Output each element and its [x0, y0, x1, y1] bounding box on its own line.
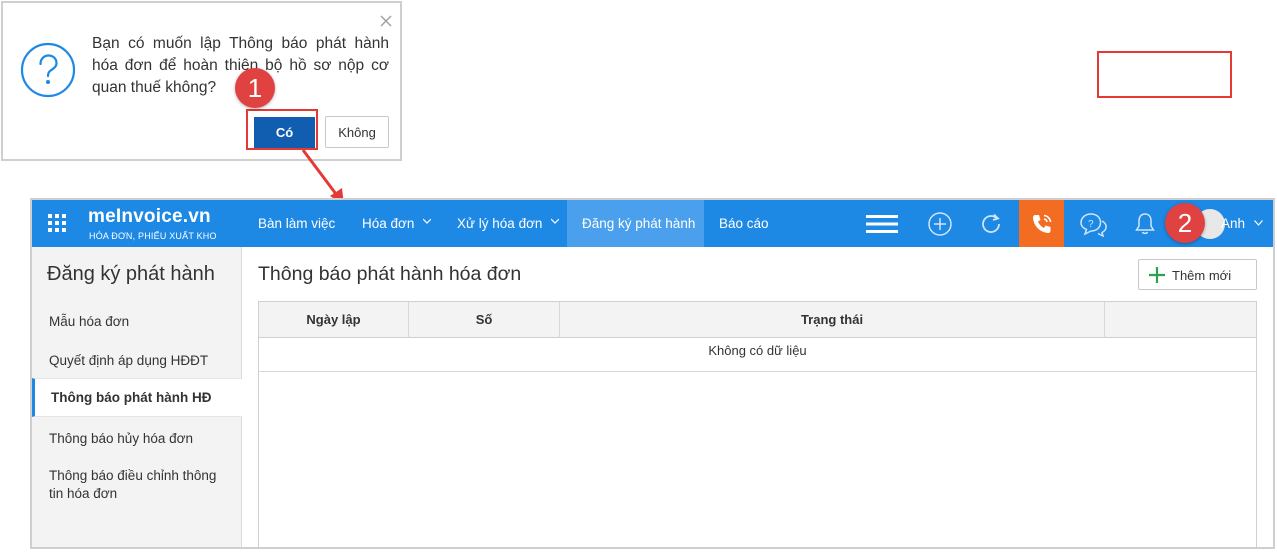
column-header-status[interactable]: Trạng thái	[560, 302, 1105, 338]
nav-process-invoice[interactable]: Xử lý hóa đơn	[444, 200, 572, 247]
chat-help-icon[interactable]: ?	[1078, 211, 1108, 237]
apps-grid-icon[interactable]	[48, 214, 66, 232]
yes-button[interactable]: Có	[254, 117, 315, 148]
sidebar-item-decision[interactable]: Quyết định áp dụng HĐĐT	[32, 352, 242, 370]
logo[interactable]: meInvoice.vn	[88, 206, 211, 228]
nav-report[interactable]: Báo cáo	[706, 200, 782, 247]
menu-icon[interactable]	[866, 211, 900, 237]
sidebar-item-issuance-notice[interactable]: Thông báo phát hành HĐ	[32, 378, 242, 417]
nav-invoice-label: Hóa đơn	[362, 216, 415, 231]
no-button[interactable]: Không	[325, 116, 389, 148]
chevron-down-icon	[423, 219, 432, 225]
highlight-add-button	[1097, 51, 1232, 98]
sidebar-title: Đăng ký phát hành	[47, 263, 215, 285]
sidebar-item-invoice-template[interactable]: Mẫu hóa đơn	[32, 313, 242, 331]
column-header-date[interactable]: Ngày lập	[259, 302, 409, 338]
page-title: Thông báo phát hành hóa đơn	[258, 263, 522, 285]
logo-subtitle: HÓA ĐƠN, PHIẾU XUẤT KHO	[89, 231, 217, 241]
empty-state: Không có dữ liệu	[259, 338, 1256, 372]
confirm-dialog: Bạn có muốn lập Thông báo phát hành hóa …	[1, 1, 402, 161]
question-circle-icon	[20, 42, 76, 98]
top-navbar: meInvoice.vn HÓA ĐƠN, PHIẾU XUẤT KHO Bàn…	[32, 200, 1273, 247]
nav-report-label: Báo cáo	[719, 216, 769, 231]
sidebar: Đăng ký phát hành Mẫu hóa đơn Quyết định…	[32, 247, 242, 547]
nav-invoice[interactable]: Hóa đơn	[349, 200, 444, 247]
close-icon[interactable]	[378, 13, 394, 29]
nav-desk-label: Bàn làm việc	[258, 216, 336, 231]
add-new-button[interactable]: Thêm mới	[1138, 259, 1257, 290]
nav-register-label: Đăng ký phát hành	[582, 216, 696, 231]
nav-register-issuance[interactable]: Đăng ký phát hành	[567, 200, 704, 247]
sidebar-item-adjust-notice[interactable]: Thông báo điều chỉnh thông tin hóa đơn	[32, 467, 222, 503]
sidebar-item-cancel-notice[interactable]: Thông báo hủy hóa đơn	[32, 430, 242, 448]
column-header-actions	[1105, 302, 1256, 338]
chevron-down-icon[interactable]	[1254, 220, 1263, 226]
nav-desk[interactable]: Bàn làm việc	[245, 200, 348, 247]
svg-text:?: ?	[1088, 219, 1094, 230]
phone-icon	[1033, 214, 1052, 233]
column-header-number[interactable]: Số	[409, 302, 560, 338]
plus-icon	[1149, 267, 1165, 283]
app-window: meInvoice.vn HÓA ĐƠN, PHIẾU XUẤT KHO Bàn…	[30, 198, 1275, 549]
add-new-label: Thêm mới	[1172, 268, 1232, 283]
add-circle-icon[interactable]	[927, 211, 953, 237]
notice-table: Ngày lập Số Trạng thái Không có dữ liệu	[258, 301, 1257, 547]
step-badge-1: 1	[235, 68, 275, 108]
chevron-down-icon	[551, 219, 560, 225]
bell-icon[interactable]	[1132, 211, 1158, 237]
table-header: Ngày lập Số Trạng thái	[259, 302, 1256, 338]
phone-button[interactable]	[1019, 200, 1064, 247]
refresh-icon[interactable]	[978, 211, 1004, 237]
user-name[interactable]: Anh	[1221, 200, 1245, 247]
nav-process-label: Xử lý hóa đơn	[457, 216, 543, 231]
step-badge-2: 2	[1165, 203, 1205, 243]
